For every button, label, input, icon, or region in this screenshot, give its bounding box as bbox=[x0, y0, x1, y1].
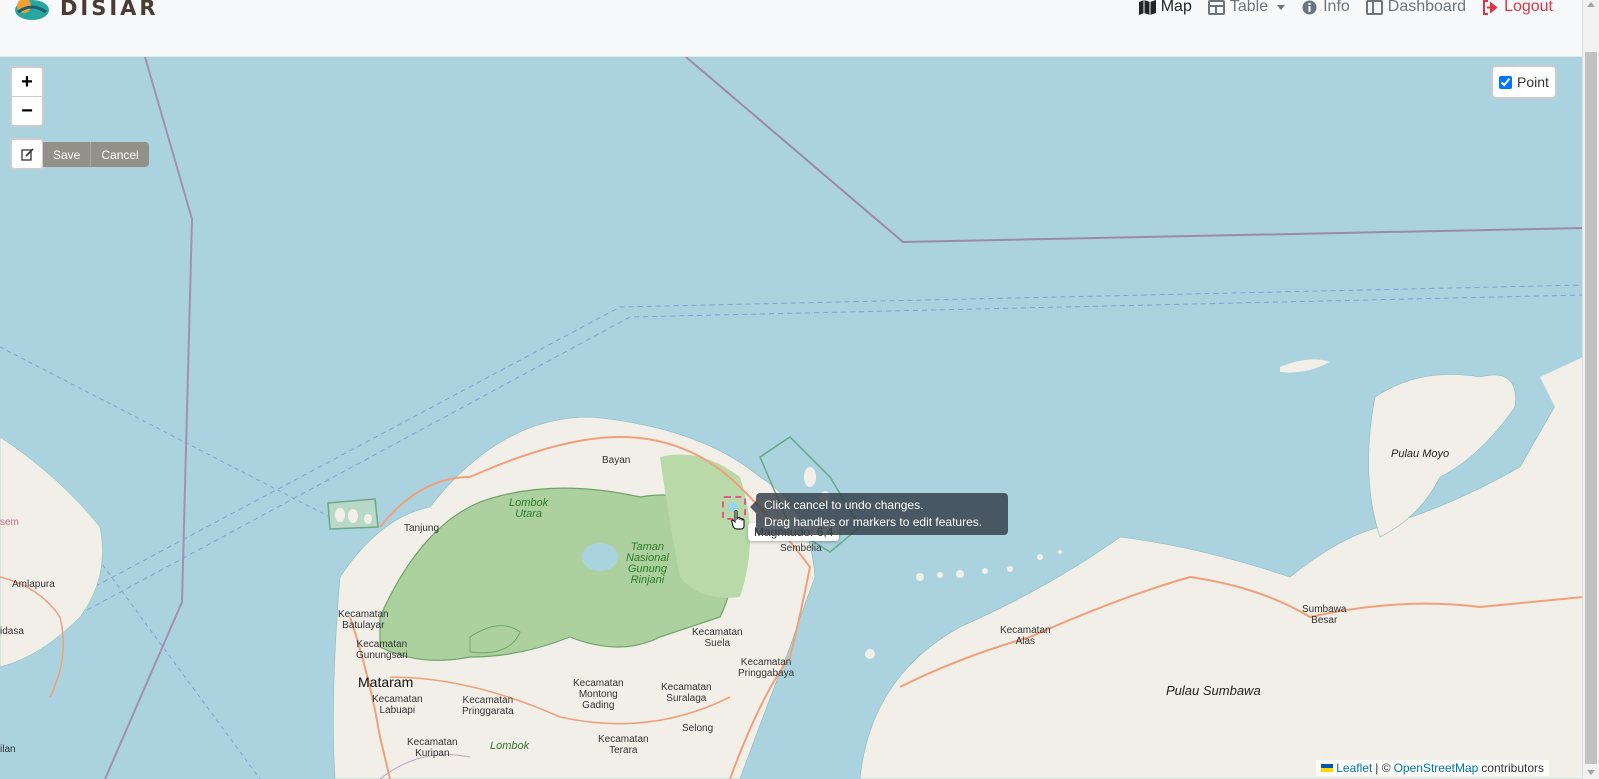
zoom-out-button[interactable]: − bbox=[12, 96, 42, 125]
brand-logo-icon bbox=[15, 0, 49, 20]
nav-dashboard-label: Dashboard bbox=[1387, 0, 1467, 15]
label-pringgarata: Kecamatan Pringgarata bbox=[462, 695, 514, 717]
label-lombok-tengah: Lombok bbox=[490, 740, 530, 752]
save-button[interactable]: Save bbox=[43, 142, 90, 167]
main-nav: Map Table Info Dashboard Logout bbox=[1138, 0, 1553, 16]
label-suralaga: Kecamatan Suralaga bbox=[661, 682, 712, 704]
osm-link[interactable]: OpenStreetMap bbox=[1394, 761, 1479, 775]
attribution-contributors: contributors bbox=[1481, 761, 1544, 775]
nav-table-dropdown[interactable]: Table bbox=[1207, 0, 1286, 16]
attribution-separator: | © bbox=[1375, 761, 1391, 775]
nav-map[interactable]: Map bbox=[1138, 0, 1192, 16]
brand[interactable]: DISIAR bbox=[12, 0, 159, 24]
label-gunungsari: Kecamatan Gunungsari bbox=[356, 639, 408, 661]
map-view[interactable]: Bayan Lombok Utara Tanjung Taman Nasional G… bbox=[0, 57, 1583, 779]
label-idasa: idasa bbox=[0, 626, 24, 637]
nav-logout[interactable]: Logout bbox=[1482, 0, 1553, 16]
label-montong-gading: Kecamatan Montong Gading bbox=[573, 678, 624, 711]
label-ilan: ilan bbox=[0, 744, 16, 755]
label-mataram: Mataram bbox=[358, 674, 414, 690]
layer-control: Point bbox=[1491, 65, 1557, 99]
edit-actions: Save Cancel bbox=[43, 141, 149, 167]
hand-cursor-icon bbox=[731, 510, 745, 530]
nav-logout-label: Logout bbox=[1504, 0, 1553, 15]
label-selong: Selong bbox=[682, 723, 714, 734]
top-navbar: DISIAR Map Table Info Dashboard Logout bbox=[0, 0, 1583, 57]
tooltip-line-2: Drag handles or markers to edit features… bbox=[764, 515, 983, 529]
label-alas: Kecamatan Alas bbox=[1000, 625, 1051, 647]
leaflet-link[interactable]: Leaflet bbox=[1336, 761, 1372, 775]
cancel-button[interactable]: Cancel bbox=[90, 141, 148, 167]
map-icon bbox=[1138, 0, 1156, 15]
label-terara: Kecamatan Terara bbox=[598, 734, 649, 756]
label-amlapura: Amlapura bbox=[12, 579, 55, 590]
edit-icon bbox=[20, 147, 34, 161]
edit-tooltip: Click cancel to undo changes. Drag handl… bbox=[750, 493, 1008, 535]
label-sem: sem bbox=[0, 517, 19, 528]
logout-icon bbox=[1483, 0, 1498, 15]
scroll-thumb[interactable] bbox=[1585, 52, 1597, 764]
tooltip-line-1: Click cancel to undo changes. bbox=[764, 498, 924, 512]
label-park: Taman Nasional Gunung Rinjani bbox=[626, 541, 669, 586]
label-bayan: Bayan bbox=[602, 455, 631, 466]
label-pulau-sumbawa: Pulau Sumbawa bbox=[1166, 683, 1261, 698]
map-attribution: Leaflet | © OpenStreetMap contributors bbox=[1316, 760, 1549, 776]
scroll-down-arrow-icon[interactable] bbox=[1587, 770, 1595, 775]
info-icon bbox=[1302, 0, 1317, 14]
zoom-control: + − bbox=[10, 66, 44, 127]
dashboard-icon bbox=[1365, 0, 1383, 15]
point-layer-label: Point bbox=[1517, 74, 1549, 90]
table-icon bbox=[1207, 0, 1225, 15]
nav-map-label: Map bbox=[1160, 0, 1192, 15]
label-sembelia: Sembelia bbox=[780, 543, 822, 554]
ukraine-flag-icon bbox=[1321, 764, 1334, 772]
label-batulayar: Kecamatan Batulayar bbox=[338, 609, 389, 631]
page-scrollbar[interactable] bbox=[1582, 0, 1599, 779]
edit-toolbar: Save Cancel bbox=[10, 138, 149, 170]
label-pulau-moyo: Pulau Moyo bbox=[1391, 448, 1450, 460]
point-layer-checkbox[interactable] bbox=[1499, 75, 1512, 89]
scroll-up-arrow-icon[interactable] bbox=[1587, 2, 1595, 7]
zoom-in-button[interactable]: + bbox=[12, 68, 42, 96]
nav-dashboard[interactable]: Dashboard bbox=[1365, 0, 1467, 16]
label-kuripan: Kecamatan Kuripan bbox=[407, 737, 458, 759]
edit-layers-button[interactable] bbox=[10, 138, 44, 170]
nav-table-label: Table bbox=[1229, 0, 1269, 15]
label-tanjung: Tanjung bbox=[404, 523, 440, 534]
label-pringgabaya: Kecamatan Pringgabaya bbox=[738, 657, 795, 679]
label-suela: Kecamatan Suela bbox=[692, 627, 743, 649]
brand-name: DISIAR bbox=[60, 0, 159, 20]
nav-info-label: Info bbox=[1323, 0, 1350, 15]
nav-info[interactable]: Info bbox=[1301, 0, 1350, 16]
label-sumbawa-besar: Sumbawa Besar bbox=[1302, 604, 1347, 626]
label-lombok-utara: Lombok Utara bbox=[509, 497, 549, 520]
chevron-down-icon bbox=[1277, 4, 1286, 10]
label-labuapi: Kecamatan Labuapi bbox=[372, 694, 423, 716]
